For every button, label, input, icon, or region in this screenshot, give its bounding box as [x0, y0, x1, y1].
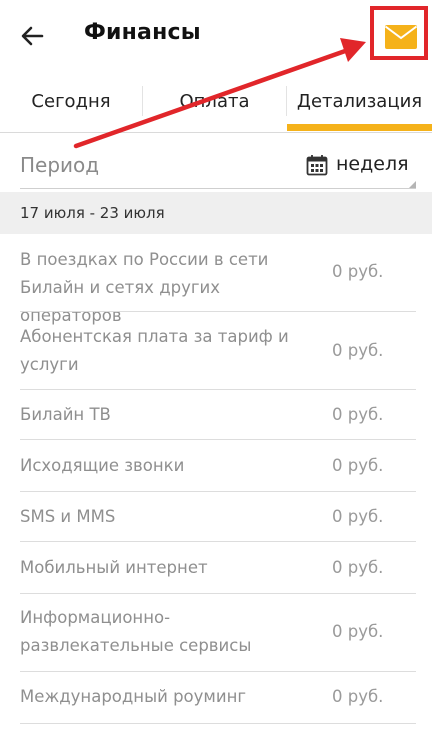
- page-title: Финансы: [84, 20, 201, 45]
- calendar-icon: [306, 154, 328, 176]
- tab-details[interactable]: Детализация: [287, 70, 432, 132]
- active-tab-indicator: [287, 124, 432, 131]
- row-label: Международный роуминг: [20, 687, 247, 706]
- row-amount: 0 руб.: [332, 341, 384, 360]
- row-amount: 0 руб.: [332, 687, 384, 706]
- row-label: Информационно-развлекательные сервисы: [20, 608, 252, 655]
- row-amount: 0 руб.: [332, 262, 384, 281]
- list-item[interactable]: Билайн ТВ 0 руб.: [20, 390, 416, 440]
- dropdown-corner-icon: [409, 181, 416, 188]
- row-label: Билайн ТВ: [20, 405, 111, 424]
- period-label: Период: [20, 153, 100, 177]
- row-label: SMS и MMS: [20, 507, 116, 526]
- tab-payment[interactable]: Оплата: [143, 70, 286, 132]
- list-item[interactable]: В поездках по России в сети Билайн и сет…: [20, 236, 416, 325]
- row-label: Исходящие звонки: [20, 456, 185, 475]
- list-item[interactable]: Информационно-развлекательные сервисы 0 …: [20, 594, 416, 672]
- app-header: Финансы: [0, 0, 432, 70]
- period-row: Период неделя: [0, 132, 432, 192]
- row-label: Мобильный интернет: [20, 558, 208, 577]
- envelope-icon[interactable]: [384, 24, 418, 50]
- tab-today[interactable]: Сегодня: [0, 70, 142, 132]
- row-amount: 0 руб.: [332, 456, 384, 475]
- period-select[interactable]: неделя: [306, 150, 416, 182]
- period-value: неделя: [336, 153, 409, 175]
- list-item[interactable]: Мобильный интернет 0 руб.: [20, 542, 416, 594]
- row-amount: 0 руб.: [332, 405, 384, 424]
- list-item[interactable]: Исходящие звонки 0 руб.: [20, 440, 416, 492]
- period-underline: [20, 188, 416, 189]
- row-amount: 0 руб.: [332, 558, 384, 577]
- list-item[interactable]: Абонентская плата за тариф и услуги 0 ру…: [20, 312, 416, 390]
- list-item[interactable]: Международный роуминг 0 руб.: [20, 672, 416, 724]
- row-amount: 0 руб.: [332, 507, 384, 526]
- row-label: Абонентская плата за тариф и услуги: [20, 327, 289, 374]
- date-range: 17 июля - 23 июля: [20, 204, 165, 222]
- date-range-band: 17 июля - 23 июля: [0, 192, 432, 234]
- row-amount: 0 руб.: [332, 622, 384, 641]
- row-divider: [20, 723, 416, 724]
- back-arrow-icon[interactable]: [16, 20, 48, 52]
- list-item[interactable]: SMS и MMS 0 руб.: [20, 492, 416, 542]
